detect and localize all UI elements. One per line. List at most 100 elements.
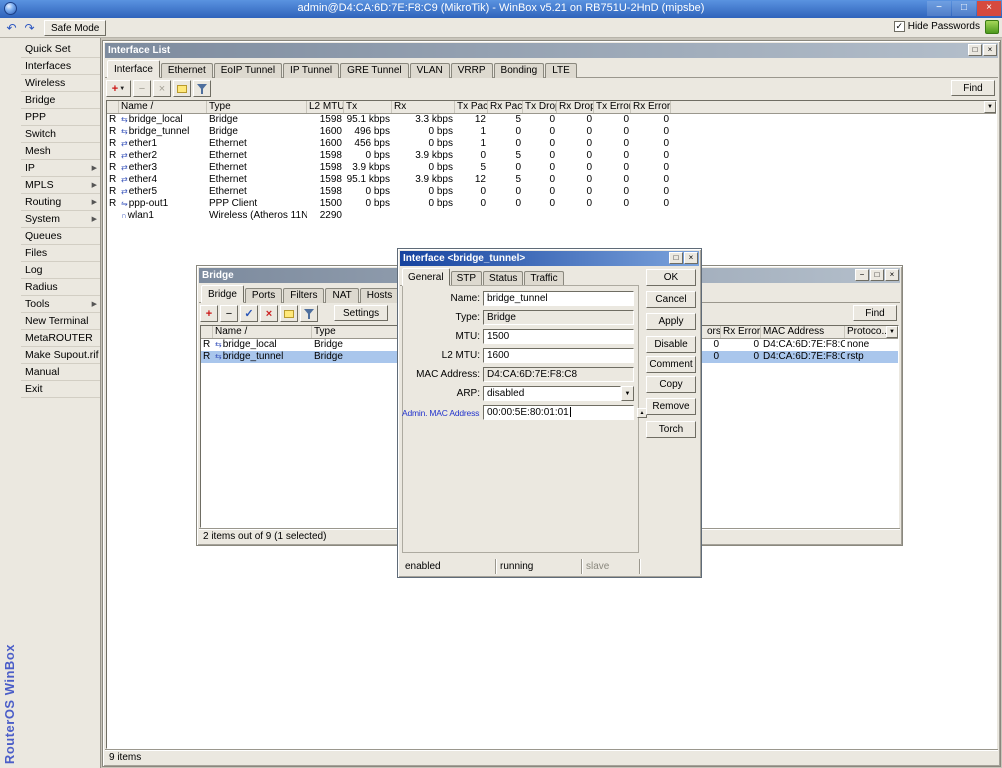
interface-row-ether3[interactable]: R⇄ether3Ethernet15983.9 kbps0 bps500000 — [107, 162, 996, 174]
sidebar-item-make-supout-rif[interactable]: Make Supout.rif — [21, 347, 100, 364]
sidebar-item-metarouter[interactable]: MetaROUTER — [21, 330, 100, 347]
column-header-l2-mtu[interactable]: L2 MTU — [307, 101, 344, 113]
interface-list-titlebar[interactable]: Interface List □ × — [105, 43, 998, 58]
mtu-input[interactable]: 1500 — [483, 329, 634, 344]
sidebar-item-exit[interactable]: Exit — [21, 381, 100, 398]
name-input[interactable]: bridge_tunnel — [483, 291, 634, 306]
sidebar-item-tools[interactable]: Tools▶ — [21, 296, 100, 313]
safe-mode-button[interactable]: Safe Mode — [44, 20, 106, 36]
sidebar-item-ppp[interactable]: PPP — [21, 109, 100, 126]
column-header-ors[interactable]: ors — [705, 326, 721, 338]
bridge-tab-hosts[interactable]: Hosts — [360, 288, 400, 303]
bridge-tab-filters[interactable]: Filters — [283, 288, 324, 303]
cancel-button[interactable]: Cancel — [646, 291, 696, 308]
sidebar-item-quick-set[interactable]: Quick Set — [21, 41, 100, 58]
settings-button[interactable]: Settings — [334, 305, 388, 321]
copy-button[interactable]: Copy — [646, 376, 696, 393]
bridge-tab-bridge[interactable]: Bridge — [201, 285, 244, 303]
find-button[interactable]: Find — [951, 80, 995, 96]
interface-row-bridge-tunnel[interactable]: R⇆bridge_tunnelBridge1600496 bps0 bps100… — [107, 126, 996, 138]
sidebar-item-mpls[interactable]: MPLS▶ — [21, 177, 100, 194]
sidebar-item-switch[interactable]: Switch — [21, 126, 100, 143]
sidebar-item-mesh[interactable]: Mesh — [21, 143, 100, 160]
interface-row-ether2[interactable]: R⇄ether2Ethernet15980 bps3.9 kbps050000 — [107, 150, 996, 162]
sidebar-item-manual[interactable]: Manual — [21, 364, 100, 381]
tab-ethernet[interactable]: Ethernet — [161, 63, 213, 78]
column-header-name[interactable]: Name / — [119, 101, 207, 113]
sidebar-item-routing[interactable]: Routing▶ — [21, 194, 100, 211]
tab-gre-tunnel[interactable]: GRE Tunnel — [340, 63, 408, 78]
column-header-rx[interactable]: Rx — [392, 101, 455, 113]
column-header-name[interactable]: Name / — [213, 326, 312, 338]
disable-button[interactable]: × — [260, 305, 278, 322]
column-header-rx-errors[interactable]: Rx Errors — [631, 101, 671, 113]
column-header-type[interactable]: Type — [312, 326, 402, 338]
tab-vrrp[interactable]: VRRP — [451, 63, 493, 78]
column-header-protoco[interactable]: Protoco... — [845, 326, 889, 338]
tab-interface[interactable]: Interface — [107, 60, 160, 78]
comment-button[interactable]: Comment — [646, 356, 696, 373]
interface-row-ether4[interactable]: R⇄ether4Ethernet159895.1 kbps3.9 kbps125… — [107, 174, 996, 186]
admin-mac-address-input[interactable]: 00:00:5E:80:01:01 — [483, 405, 634, 420]
dropdown-button[interactable]: ▼ — [621, 386, 634, 401]
tab-ip-tunnel[interactable]: IP Tunnel — [283, 63, 339, 78]
filter-button[interactable] — [300, 305, 318, 322]
dialog-tab-status[interactable]: Status — [483, 271, 523, 286]
hide-passwords-checkbox[interactable]: ✓ — [894, 21, 905, 32]
arp-input[interactable]: disabled — [483, 386, 621, 401]
interface-row-ppp-out1[interactable]: R⇋ppp-out1PPP Client15000 bps0 bps000000 — [107, 198, 996, 210]
column-header-rx-errors[interactable]: Rx Errors — [721, 326, 761, 338]
tab-lte[interactable]: LTE — [545, 63, 577, 78]
sidebar-item-new-terminal[interactable]: New Terminal — [21, 313, 100, 330]
filter-button[interactable] — [193, 80, 211, 97]
sidebar-item-files[interactable]: Files — [21, 245, 100, 262]
disable-button[interactable]: Disable — [646, 336, 696, 353]
column-selector-button[interactable]: ▼ — [984, 101, 996, 113]
maximize-button[interactable]: □ — [968, 44, 982, 56]
column-header-type[interactable]: Type — [207, 101, 307, 113]
dialog-titlebar[interactable]: Interface <bridge_tunnel> □ × — [400, 251, 699, 266]
comment-button[interactable] — [173, 80, 191, 97]
hide-passwords-control[interactable]: ✓ Hide Passwords — [894, 21, 980, 32]
close-button[interactable]: × — [983, 44, 997, 56]
maximize-button[interactable]: □ — [952, 1, 976, 16]
bridge-tab-nat[interactable]: NAT — [325, 288, 358, 303]
tab-bonding[interactable]: Bonding — [494, 63, 545, 78]
interface-row-wlan1[interactable]: ∩wlan1Wireless (Atheros 11N)2290 — [107, 210, 996, 222]
undo-button[interactable]: ↶ — [3, 20, 20, 36]
remove-button[interactable]: − — [220, 305, 238, 322]
dialog-tab-stp[interactable]: STP — [451, 271, 482, 286]
redo-button[interactable]: ↷ — [21, 20, 38, 36]
sidebar-item-ip[interactable]: IP▶ — [21, 160, 100, 177]
close-button[interactable]: × — [684, 252, 698, 264]
sidebar-item-system[interactable]: System▶ — [21, 211, 100, 228]
maximize-button[interactable]: □ — [669, 252, 683, 264]
remove-button[interactable]: Remove — [646, 398, 696, 415]
dialog-tab-traffic[interactable]: Traffic — [524, 271, 563, 286]
minimize-button[interactable]: − — [855, 269, 869, 281]
interface-row-ether1[interactable]: R⇄ether1Ethernet1600456 bps0 bps100000 — [107, 138, 996, 150]
column-header-rx-pac[interactable]: Rx Pac... — [488, 101, 523, 113]
minimize-button[interactable]: − — [927, 1, 951, 16]
apply-button[interactable]: Apply — [646, 313, 696, 330]
torch-button[interactable]: Torch — [646, 421, 696, 438]
sidebar-item-bridge[interactable]: Bridge — [21, 92, 100, 109]
tab-vlan[interactable]: VLAN — [410, 63, 450, 78]
sidebar-item-log[interactable]: Log — [21, 262, 100, 279]
remove-button[interactable]: − — [133, 80, 151, 97]
disable-button[interactable]: × — [153, 80, 171, 97]
column-selector-button[interactable]: ▼ — [886, 326, 898, 338]
interface-row-ether5[interactable]: R⇄ether5Ethernet15980 bps0 bps000000 — [107, 186, 996, 198]
column-header-mac-address[interactable]: MAC Address — [761, 326, 845, 338]
tab-eoip-tunnel[interactable]: EoIP Tunnel — [214, 63, 282, 78]
close-button[interactable]: × — [885, 269, 899, 281]
close-button[interactable]: × — [977, 1, 1001, 16]
sidebar-item-queues[interactable]: Queues — [21, 228, 100, 245]
column-header-rx-drops[interactable]: Rx Drops — [557, 101, 594, 113]
sidebar-item-interfaces[interactable]: Interfaces — [21, 58, 100, 75]
add-button[interactable]: + — [200, 305, 218, 322]
interface-row-bridge-local[interactable]: R⇆bridge_localBridge159895.1 kbps3.3 kbp… — [107, 114, 996, 126]
ok-button[interactable]: OK — [646, 269, 696, 286]
dialog-tab-general[interactable]: General — [402, 268, 450, 286]
enable-button[interactable]: ✓ — [240, 305, 258, 322]
